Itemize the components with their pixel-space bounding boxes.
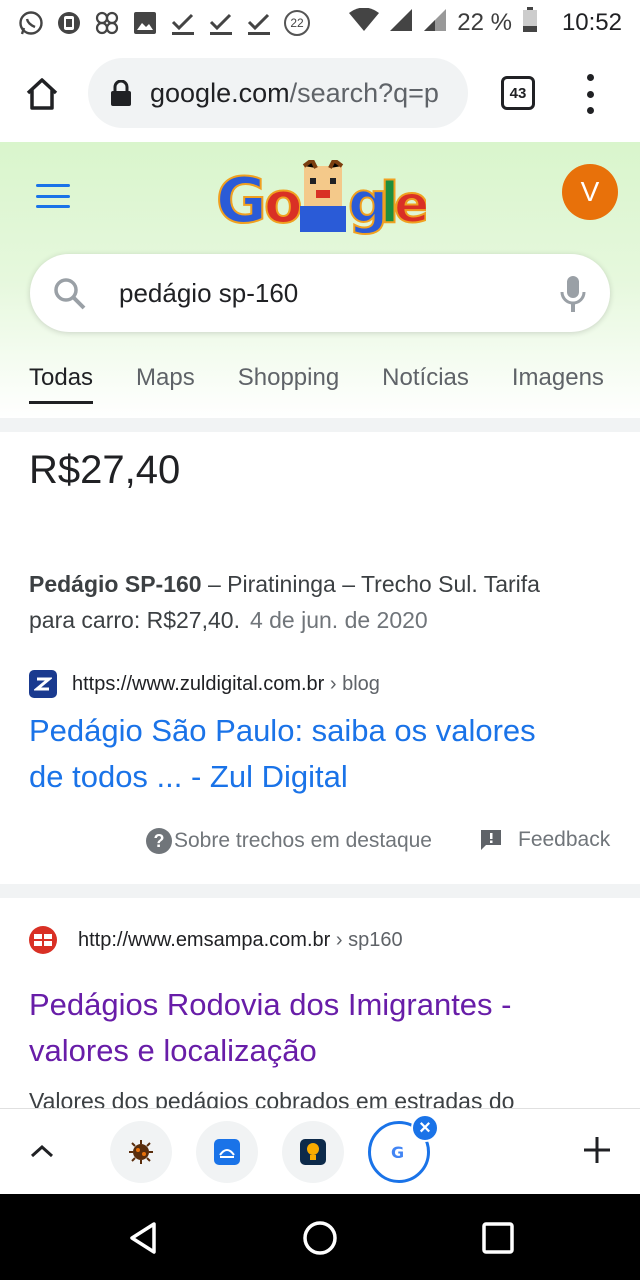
svg-text:G: G xyxy=(216,164,267,237)
lock-icon xyxy=(111,80,131,106)
result-title-link[interactable]: Pedágio São Paulo: saiba os valores de to… xyxy=(29,708,629,800)
tab-todas[interactable]: Todas xyxy=(29,356,94,406)
microphone-icon[interactable] xyxy=(558,274,588,314)
help-icon: ? xyxy=(146,828,172,854)
home-button[interactable] xyxy=(22,74,62,114)
app-favicon-icon xyxy=(214,1139,240,1165)
signal-icon xyxy=(389,8,413,39)
tab-switcher-button[interactable]: 43 xyxy=(501,76,535,110)
hamburger-menu-icon[interactable] xyxy=(36,184,70,208)
virus-favicon-icon xyxy=(128,1139,154,1165)
emsampa-favicon-icon xyxy=(29,926,57,954)
signal-icon xyxy=(423,8,447,39)
result-source[interactable]: https://www.zuldigital.com.br › blog xyxy=(29,670,380,698)
tab-thumbnail[interactable] xyxy=(110,1121,172,1183)
account-avatar[interactable]: V xyxy=(562,164,618,220)
check-icon xyxy=(170,10,196,36)
zul-favicon-icon xyxy=(29,670,57,698)
about-snippets-link[interactable]: ? Sobre trechos em destaque xyxy=(146,828,432,854)
check-icon xyxy=(208,10,234,36)
whatsapp-icon xyxy=(18,10,44,36)
svg-text:o: o xyxy=(264,171,302,236)
wifi-icon xyxy=(349,7,380,39)
divider xyxy=(0,418,640,432)
sim-icon xyxy=(56,10,82,36)
search-result: http://www.emsampa.com.br › sp160 Pedági… xyxy=(0,898,640,1108)
tab-noticias[interactable]: Notícias xyxy=(382,356,469,406)
tab-imagens[interactable]: Imagens xyxy=(512,356,604,406)
overflow-menu-button[interactable] xyxy=(578,74,602,114)
badge-count-icon: 22 xyxy=(284,10,310,36)
search-input[interactable]: pedágio sp-160 xyxy=(119,278,298,309)
snippet-answer: R$27,40 xyxy=(29,448,181,492)
result-snippet: Valores dos pedágios cobrados em estrada… xyxy=(29,1088,515,1108)
snippet-date: 4 de jun. de 2020 xyxy=(249,607,428,633)
home-icon xyxy=(26,78,58,110)
divider xyxy=(0,884,640,898)
tab-thumbnail[interactable] xyxy=(282,1121,344,1183)
bulb-favicon-icon xyxy=(300,1139,326,1165)
feedback-icon xyxy=(481,830,501,850)
fan-icon xyxy=(94,10,120,36)
url-text: google.com/search?q=p xyxy=(150,77,439,108)
tab-strip: G × xyxy=(0,1108,640,1194)
address-bar[interactable]: google.com/search?q=p xyxy=(88,58,468,128)
battery-icon xyxy=(522,6,538,40)
battery-text: 22 % xyxy=(457,9,512,36)
recents-icon[interactable] xyxy=(478,1218,518,1258)
clock: 10:52 xyxy=(561,9,622,36)
back-icon[interactable] xyxy=(124,1218,164,1258)
snippet-text: Pedágio SP-160 – Piratininga – Trecho Su… xyxy=(29,571,540,633)
browser-toolbar: google.com/search?q=p 43 xyxy=(0,46,640,142)
tab-thumbnail-active[interactable]: G × xyxy=(368,1114,439,1183)
google-doodle-logo[interactable]: G o g l e xyxy=(216,160,426,240)
result-source[interactable]: http://www.emsampa.com.br › sp160 xyxy=(29,926,403,954)
google-favicon-icon: G xyxy=(386,1139,412,1165)
search-tabs: Todas Maps Shopping Notícias Imagens xyxy=(0,356,640,418)
chevron-up-icon[interactable] xyxy=(28,1139,56,1163)
svg-text:G: G xyxy=(391,1143,404,1162)
result-title-link[interactable]: Pedágios Rodovia dos Imigrantes - valores… xyxy=(29,982,629,1074)
search-icon[interactable] xyxy=(52,276,88,312)
status-bar: 22 22 % 10:52 xyxy=(0,0,640,46)
home-nav-icon[interactable] xyxy=(300,1218,340,1258)
svg-text:e: e xyxy=(394,175,426,235)
tab-maps[interactable]: Maps xyxy=(136,356,195,406)
feedback-button[interactable]: Feedback xyxy=(480,828,610,852)
search-box[interactable]: pedágio sp-160 xyxy=(30,254,610,332)
system-nav-bar xyxy=(0,1194,640,1280)
tab-shopping[interactable]: Shopping xyxy=(238,356,339,406)
image-icon xyxy=(132,10,158,36)
featured-snippet: R$27,40 Pedágio SP-160 – Piratininga – T… xyxy=(0,432,640,884)
tab-thumbnail[interactable] xyxy=(196,1121,258,1183)
check-icon xyxy=(246,10,272,36)
new-tab-icon[interactable] xyxy=(580,1133,614,1167)
google-header: G o g l e V pedágio sp-160 Todas Maps Sh… xyxy=(0,142,640,418)
close-tab-icon[interactable]: × xyxy=(411,1114,439,1142)
